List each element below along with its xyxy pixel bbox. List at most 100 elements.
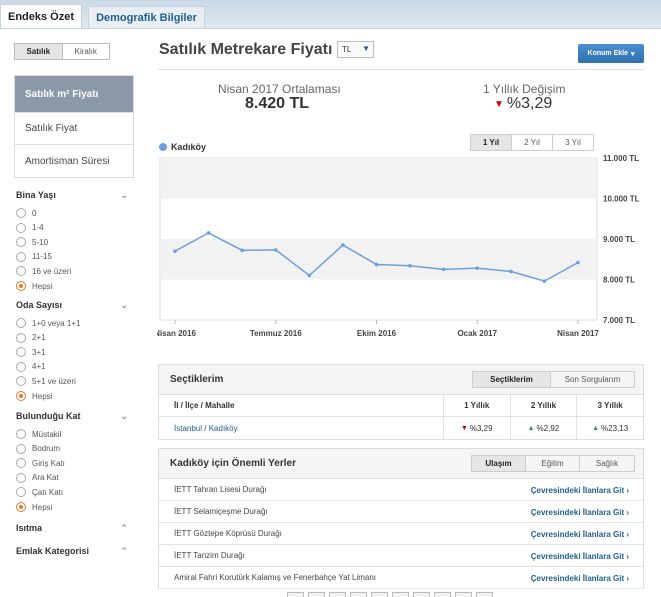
filter-option-1-4[interactable]: 1-4 xyxy=(16,222,44,234)
toggle-satilik[interactable]: Satılık xyxy=(15,44,63,59)
link-kadikoy[interactable]: Kadıköy xyxy=(209,424,238,433)
place-name: Amiral Fahri Korutürk Kalamış ve Fenerba… xyxy=(174,573,377,582)
toggle-kiralik[interactable]: Kiralık xyxy=(63,44,110,59)
nearby-listings-link[interactable]: Çevresindeki İlanlara Git › xyxy=(531,574,629,583)
data-point xyxy=(509,269,513,274)
radio-icon[interactable] xyxy=(16,487,26,498)
filter-title-emlak-kategorisi[interactable]: Emlak Kategorisi ⌃ xyxy=(16,546,128,556)
filter-option-giris-kati[interactable]: Giriş Katı xyxy=(16,457,65,469)
value-2-yillik: ▲ %2,92 xyxy=(509,417,577,439)
nearby-listings-link[interactable]: Çevresindeki İlanlara Git › xyxy=(531,552,629,561)
radio-icon[interactable] xyxy=(16,429,26,439)
tab-egitim[interactable]: Eğitim xyxy=(526,456,580,471)
value-3-yillik-text: %23,13 xyxy=(601,423,629,433)
page-button[interactable] xyxy=(455,592,472,597)
filter-option-5-1-ve-uzeri[interactable]: 5+1 ve üzeri xyxy=(16,375,76,387)
page-button[interactable] xyxy=(329,592,346,597)
tab-sectiklerim[interactable]: Seçtiklerim xyxy=(473,372,551,387)
filter-option-5-10[interactable]: 5-10 xyxy=(16,236,48,248)
page-button[interactable] xyxy=(392,592,409,597)
radio-icon[interactable] xyxy=(16,208,26,218)
page-button[interactable] xyxy=(287,592,304,597)
places-header: Kadıköy için Önemli Yerler Ulaşım Eğitim… xyxy=(159,449,643,479)
radio-icon[interactable] xyxy=(16,318,26,328)
filter-option-label: 1-4 xyxy=(32,223,44,233)
list-item: Amiral Fahri Korutürk Kalamış ve Fenerba… xyxy=(159,567,643,589)
list-item: İETT Tahran Lisesi Durağı Çevresindeki İl… xyxy=(159,479,643,501)
filter-option-11-15[interactable]: 11-15 xyxy=(16,251,52,263)
filter-option-1-0-veya-1-1[interactable]: 1+0 veya 1+1 xyxy=(16,317,80,329)
filter-title-bina-yasi[interactable]: Bina Yaşı ⌄ xyxy=(16,190,128,200)
filter-title-bulundugu-kat[interactable]: Bulunduğu Kat ⌄ xyxy=(16,411,128,421)
filter-option-hepsi[interactable]: Hepsi xyxy=(16,390,52,402)
top-tab-bar: Endeks Özet Demografik Bilgiler xyxy=(0,0,661,29)
currency-select[interactable]: TL ▼ xyxy=(337,41,374,58)
places-tabs: Ulaşım Eğitim Sağlık xyxy=(471,455,635,472)
radio-icon[interactable] xyxy=(16,502,26,512)
add-location-button[interactable]: Konum Ekle ▾ xyxy=(578,44,644,63)
link-istanbul[interactable]: İstanbul xyxy=(174,424,202,433)
tab-son-sorgularim[interactable]: Son Sorgularım xyxy=(551,372,634,387)
page-button[interactable] xyxy=(434,592,451,597)
page-button[interactable] xyxy=(371,592,388,597)
tab-saglik[interactable]: Sağlık xyxy=(580,456,634,471)
page-button[interactable] xyxy=(308,592,325,597)
y-tick-label: 9.000 TL xyxy=(603,235,635,244)
filter-option-2-1[interactable]: 2+1 xyxy=(16,332,46,344)
radio-icon[interactable] xyxy=(16,281,26,291)
tab-demografik-bilgiler[interactable]: Demografik Bilgiler xyxy=(88,6,205,29)
radio-icon[interactable] xyxy=(16,458,26,469)
nearby-listings-link[interactable]: Çevresindeki İlanlara Git › xyxy=(531,530,629,539)
add-location-label: Konum Ekle xyxy=(587,50,628,57)
filter-option-label: 5+1 ve üzeri xyxy=(32,376,76,386)
radio-icon[interactable] xyxy=(16,472,26,483)
filter-title-isitma[interactable]: Isıtma ⌃ xyxy=(16,523,128,533)
nearby-listings-link[interactable]: Çevresindeki İlanlara Git › xyxy=(531,486,629,495)
page-button[interactable] xyxy=(350,592,367,597)
radio-icon[interactable] xyxy=(16,237,26,248)
menu-item-satilik-fiyat[interactable]: Satılık Fiyat xyxy=(15,113,133,145)
radio-icon[interactable] xyxy=(16,347,26,358)
filter-option-16-ve-uzeri[interactable]: 16 ve üzeri xyxy=(16,265,71,277)
filter-option-3-1[interactable]: 3+1 xyxy=(16,346,46,358)
radio-icon[interactable] xyxy=(16,251,26,262)
down-arrow-icon: ▼ xyxy=(494,98,504,110)
menu-item-amortisman-suresi[interactable]: Amortisman Süresi xyxy=(15,145,133,177)
radio-icon[interactable] xyxy=(16,391,26,401)
nearby-listings-label: Çevresindeki İlanlara Git xyxy=(530,574,625,583)
page-button[interactable] xyxy=(413,592,430,597)
chevron-right-icon: › xyxy=(624,486,629,495)
filter-option-4-1[interactable]: 4+1 xyxy=(16,361,46,373)
filter-option-hepsi[interactable]: Hepsi xyxy=(16,280,52,292)
filter-title-oda-sayisi[interactable]: Oda Sayısı ⌄ xyxy=(16,300,128,310)
chevron-right-icon: › xyxy=(624,508,629,517)
page-button[interactable] xyxy=(476,592,493,597)
average-value: 8.420 TL xyxy=(245,95,310,112)
range-3-yil[interactable]: 3 Yıl xyxy=(553,135,593,150)
filter-option-hepsi[interactable]: Hepsi xyxy=(16,501,52,513)
menu-item-satilik-m2-fiyati[interactable]: Satılık m² Fiyatı xyxy=(15,76,133,113)
tab-ulasim[interactable]: Ulaşım xyxy=(472,456,526,471)
filter-option-bodrum[interactable]: Bodrum xyxy=(16,443,60,455)
range-1-yil[interactable]: 1 Yıl xyxy=(471,135,512,150)
filter-option-mustakil[interactable]: Müstakil xyxy=(16,428,61,440)
nearby-listings-link[interactable]: Çevresindeki İlanlara Git › xyxy=(531,508,629,517)
pagination xyxy=(287,592,493,597)
radio-icon[interactable] xyxy=(16,443,26,454)
place-name: İETT Tanzim Durağı xyxy=(174,551,245,560)
y-tick-label: 11.000 TL xyxy=(603,154,639,163)
chevron-right-icon: › xyxy=(624,574,629,583)
radio-icon[interactable] xyxy=(16,332,26,343)
radio-icon[interactable] xyxy=(16,266,26,277)
range-2-yil[interactable]: 2 Yıl xyxy=(512,135,553,150)
radio-icon[interactable] xyxy=(16,361,26,372)
radio-icon[interactable] xyxy=(16,222,26,233)
filter-option-ara-kat[interactable]: Ara Kat xyxy=(16,472,59,484)
filter-option-label: Hepsi xyxy=(32,502,53,512)
filter-option-cati-kati[interactable]: Çatı Katı xyxy=(16,486,63,498)
radio-icon[interactable] xyxy=(16,376,26,387)
value-2-yillik-text: %2,92 xyxy=(536,423,560,433)
place-name: İETT Tahran Lisesi Durağı xyxy=(174,485,267,494)
tab-endeks-ozet[interactable]: Endeks Özet xyxy=(0,4,82,29)
filter-option-0[interactable]: 0 xyxy=(16,207,36,219)
